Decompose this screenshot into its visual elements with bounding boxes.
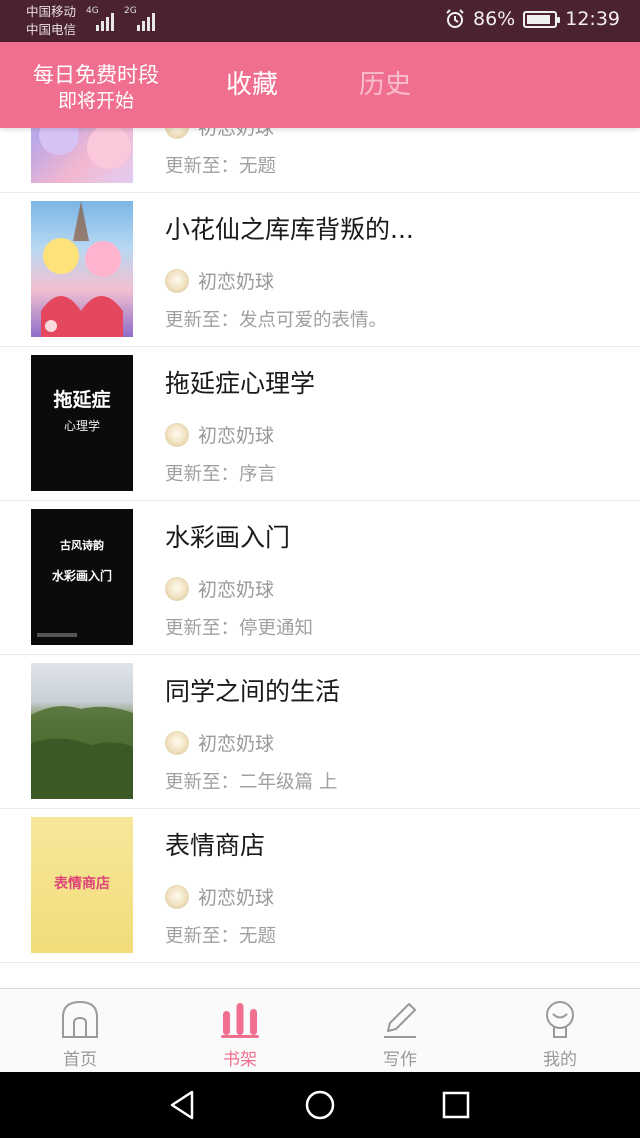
book-author: 初恋奶球 bbox=[165, 729, 274, 756]
book-cover: 古风诗韵 水彩画入门 bbox=[31, 509, 133, 645]
list-item[interactable]: 拖延症 心理学 拖延症心理学 初恋奶球 更新至：序言 bbox=[0, 347, 640, 501]
cover-subtext: 心理学 bbox=[63, 419, 100, 433]
landscape-photo-icon bbox=[31, 706, 133, 799]
alarm-icon bbox=[446, 9, 464, 28]
author-avatar bbox=[165, 884, 189, 909]
anime-girls-icon bbox=[39, 128, 131, 169]
battery-percent: 86% bbox=[473, 8, 516, 30]
back-icon[interactable] bbox=[166, 1088, 200, 1122]
book-author: 初恋奶球 bbox=[165, 575, 274, 602]
book-author: 初恋奶球 bbox=[165, 267, 274, 294]
status-bar: 中国移动 中国电信 4G 2G 86% 12:39 bbox=[0, 0, 640, 42]
home-circle-icon[interactable] bbox=[303, 1088, 337, 1122]
book-title: 表情商店 bbox=[165, 831, 266, 860]
book-author: 初恋奶球 bbox=[165, 128, 274, 140]
profile-icon bbox=[546, 1001, 574, 1038]
free-period-notice[interactable]: 每日免费时段 即将开始 bbox=[26, 62, 166, 114]
carrier-info: 中国移动 中国电信 bbox=[26, 3, 76, 39]
book-cover bbox=[31, 663, 133, 799]
book-update: 更新至：序言 bbox=[165, 464, 277, 485]
book-author: 初恋奶球 bbox=[165, 421, 274, 448]
book-cover bbox=[31, 201, 133, 337]
author-avatar bbox=[165, 422, 189, 447]
author-name: 初恋奶球 bbox=[198, 887, 275, 909]
network-type-2: 2G bbox=[124, 6, 137, 16]
app-header: 每日免费时段 即将开始 收藏 历史 bbox=[0, 42, 640, 128]
book-update: 更新至：停更通知 bbox=[165, 618, 314, 639]
book-cover bbox=[31, 128, 133, 183]
author-name: 初恋奶球 bbox=[198, 733, 275, 755]
nav-bookshelf[interactable]: 书架 bbox=[160, 989, 320, 1073]
author-name: 初恋奶球 bbox=[198, 271, 275, 293]
book-update: 更新至：二年级篇 上 bbox=[165, 772, 338, 793]
nav-write[interactable]: 写作 bbox=[320, 989, 480, 1073]
battery-icon bbox=[523, 10, 561, 28]
bookshelf-list[interactable]: 初恋奶球 更新至：无题 小花仙之库库背叛的... 初恋奶球 更新至：发点可爱的表… bbox=[0, 128, 640, 988]
author-avatar bbox=[165, 128, 189, 139]
nav-home-label: 首页 bbox=[63, 1050, 97, 1070]
book-title: 同学之间的生活 bbox=[165, 677, 341, 706]
author-name: 初恋奶球 bbox=[198, 579, 275, 601]
book-update: 更新至：无题 bbox=[165, 156, 277, 177]
nav-profile-label: 我的 bbox=[543, 1050, 577, 1070]
author-name: 初恋奶球 bbox=[198, 425, 275, 447]
carrier-1: 中国移动 bbox=[26, 4, 77, 19]
nav-bookshelf-label: 书架 bbox=[223, 1050, 257, 1070]
book-title: 拖延症心理学 bbox=[165, 369, 316, 398]
home-icon bbox=[62, 1000, 98, 1038]
author-avatar bbox=[165, 730, 189, 755]
clock: 12:39 bbox=[565, 8, 620, 30]
system-nav-bar bbox=[0, 1072, 640, 1138]
book-update: 更新至：发点可爱的表情。 bbox=[165, 310, 388, 331]
book-author: 初恋奶球 bbox=[165, 883, 274, 910]
book-title: 小花仙之库库背叛的... bbox=[165, 215, 414, 244]
author-avatar bbox=[165, 268, 189, 293]
cover-text: 拖延症 bbox=[53, 389, 111, 411]
list-item[interactable]: 同学之间的生活 初恋奶球 更新至：二年级篇 上 bbox=[0, 655, 640, 809]
tab-history[interactable]: 历史 bbox=[359, 68, 411, 102]
list-item[interactable]: 表情商店 表情商店 初恋奶球 更新至：无题 bbox=[0, 809, 640, 963]
book-title: 水彩画入门 bbox=[165, 523, 291, 552]
book-cover: 表情商店 bbox=[31, 817, 133, 953]
pencil-icon bbox=[384, 1003, 416, 1038]
bottom-nav: 首页 书架 写作 我的 bbox=[0, 988, 640, 1072]
list-item[interactable]: 古风诗韵 水彩画入门 水彩画入门 初恋奶球 更新至：停更通知 bbox=[0, 501, 640, 655]
nav-profile[interactable]: 我的 bbox=[480, 989, 640, 1073]
signal-icon bbox=[96, 11, 114, 31]
free-period-subtitle: 即将开始 bbox=[57, 90, 134, 112]
nav-write-label: 写作 bbox=[383, 1050, 417, 1070]
recent-apps-icon[interactable] bbox=[439, 1088, 473, 1122]
book-cover: 拖延症 心理学 bbox=[31, 355, 133, 491]
author-name: 初恋奶球 bbox=[198, 128, 275, 139]
author-avatar bbox=[165, 576, 189, 601]
free-period-title: 每日免费时段 bbox=[33, 63, 159, 87]
list-item[interactable]: 小花仙之库库背叛的... 初恋奶球 更新至：发点可爱的表情。 bbox=[0, 193, 640, 347]
signal-icon-2 bbox=[137, 11, 155, 31]
tab-favorites[interactable]: 收藏 bbox=[226, 68, 278, 102]
cover-decoration bbox=[37, 633, 77, 637]
anime-fairies-icon bbox=[41, 201, 123, 337]
cover-text: 表情商店 bbox=[54, 876, 110, 892]
cover-subtext: 水彩画入门 bbox=[51, 569, 112, 583]
cover-text: 古风诗韵 bbox=[60, 539, 104, 552]
list-item[interactable]: 初恋奶球 更新至：无题 bbox=[0, 128, 640, 193]
book-update: 更新至：无题 bbox=[165, 926, 277, 947]
nav-home[interactable]: 首页 bbox=[0, 989, 160, 1073]
bookshelf-icon bbox=[221, 1003, 259, 1038]
carrier-2: 中国电信 bbox=[26, 22, 77, 37]
